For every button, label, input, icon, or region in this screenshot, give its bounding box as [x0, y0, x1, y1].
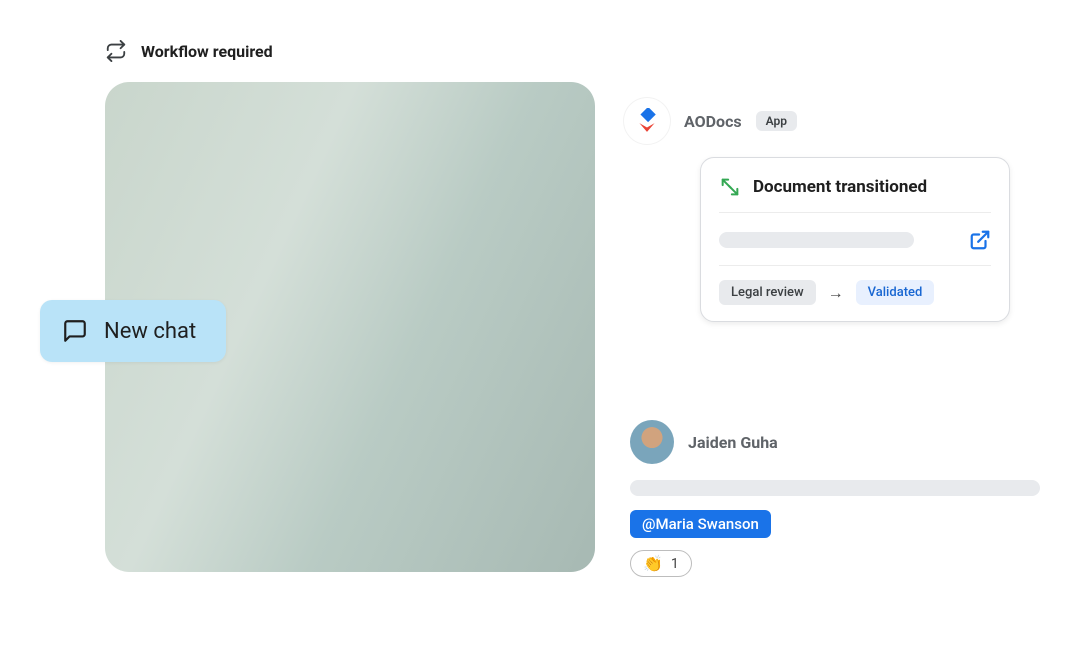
reaction-count: 1	[671, 556, 679, 572]
document-card-header: Document transitioned	[719, 176, 991, 213]
clap-emoji-icon: 👏	[643, 554, 663, 573]
document-link-row	[719, 213, 991, 266]
transition-icon	[719, 176, 741, 198]
status-row: Legal review → Validated	[719, 266, 991, 305]
avatar[interactable]	[630, 420, 674, 464]
open-external-icon[interactable]	[969, 229, 991, 251]
document-card-title: Document transitioned	[753, 177, 927, 197]
reaction-chip[interactable]: 👏 1	[630, 550, 692, 577]
mention-chip[interactable]: @Maria Swanson	[630, 510, 771, 538]
app-badge: App	[756, 111, 797, 131]
new-chat-label: New chat	[104, 319, 196, 344]
message-author: Jaiden Guha	[688, 433, 778, 452]
repeat-icon	[105, 40, 127, 62]
workflow-title: Workflow required	[141, 42, 273, 61]
new-chat-button[interactable]: New chat	[40, 300, 226, 362]
placeholder-bar	[719, 232, 914, 248]
chat-icon	[62, 318, 88, 344]
aodocs-name: AODocs	[684, 112, 742, 131]
arrow-right-icon: →	[828, 283, 844, 303]
aodocs-row: AODocs App	[624, 98, 797, 144]
placeholder-bar	[630, 480, 1040, 496]
workflow-header: Workflow required	[105, 40, 273, 62]
status-to-chip: Validated	[856, 280, 935, 305]
chat-message: Jaiden Guha @Maria Swanson 👏 1	[630, 420, 1040, 577]
aodocs-logo-icon	[624, 98, 670, 144]
message-header: Jaiden Guha	[630, 420, 1040, 464]
document-card: Document transitioned Legal review → Val…	[700, 157, 1010, 322]
status-from-chip: Legal review	[719, 280, 816, 305]
